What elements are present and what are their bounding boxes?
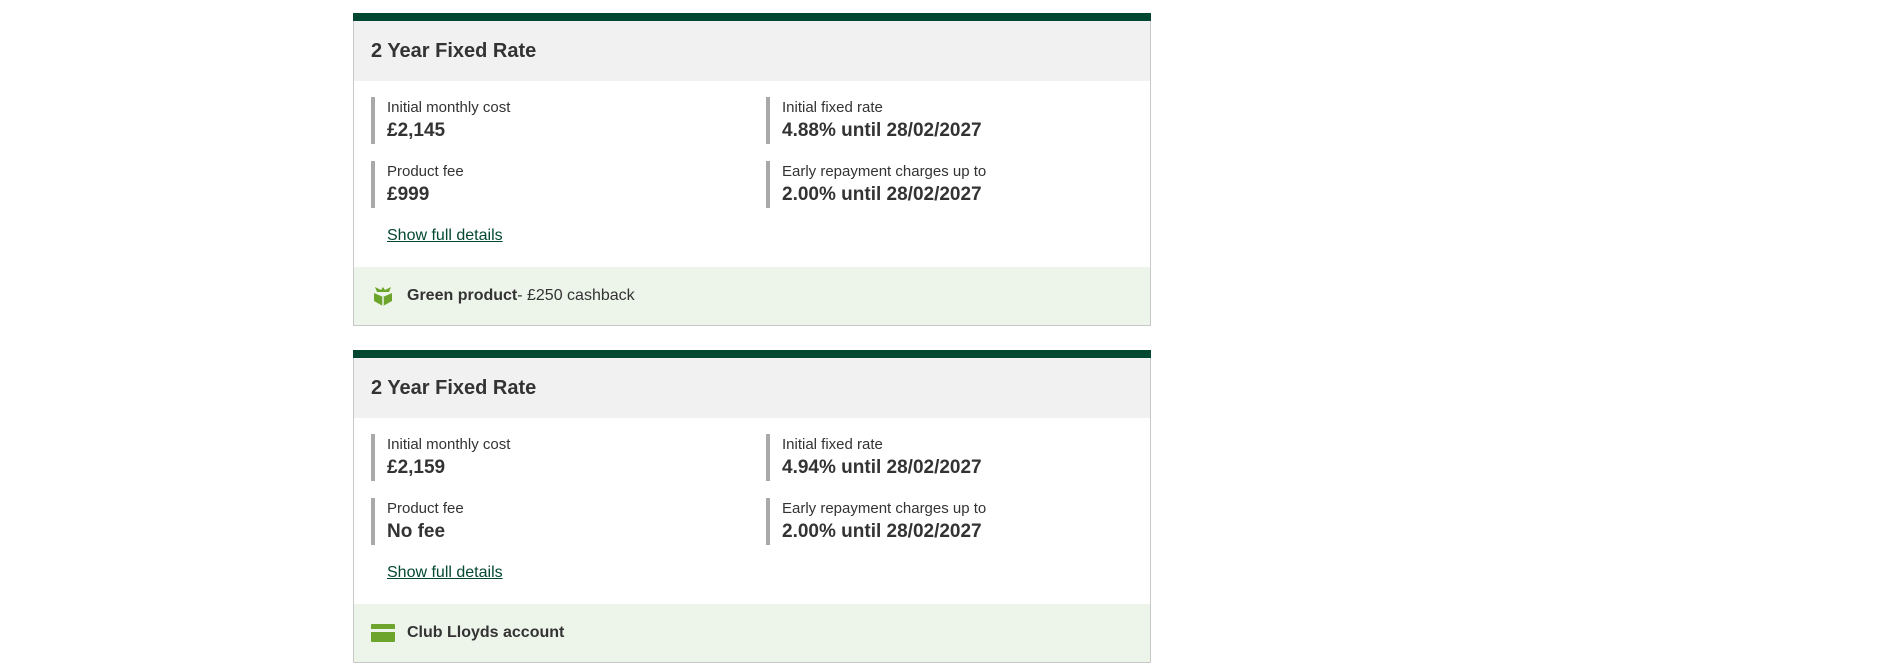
stats-grid: Initial monthly cost £2,159 Initial fixe…	[371, 434, 1133, 545]
card-accent-bar	[353, 13, 1151, 21]
stat-label: Product fee	[387, 499, 464, 517]
show-full-details-link[interactable]: Show full details	[387, 227, 503, 245]
card-icon	[371, 621, 395, 645]
card-body: Initial monthly cost £2,159 Initial fixe…	[354, 418, 1150, 604]
card-title: 2 Year Fixed Rate	[371, 39, 537, 62]
stat-product-fee: Product fee No fee	[371, 498, 766, 545]
stat-initial-monthly-cost: Initial monthly cost £2,159	[371, 434, 766, 481]
stat-early-repayment-charges: Early repayment charges up to 2.00% unti…	[766, 498, 1146, 545]
product-card: 2 Year Fixed Rate Initial monthly cost £…	[353, 13, 1151, 326]
stat-value: 4.94% until 28/02/2027	[782, 456, 982, 478]
stat-label: Product fee	[387, 162, 464, 180]
card-title: 2 Year Fixed Rate	[371, 376, 537, 399]
product-card: 2 Year Fixed Rate Initial monthly cost £…	[353, 350, 1151, 663]
stat-early-repayment-charges: Early repayment charges up to 2.00% unti…	[766, 161, 1146, 208]
stat-label: Initial monthly cost	[387, 98, 511, 116]
stat-value: 2.00% until 28/02/2027	[782, 520, 982, 542]
stat-value: £2,145	[387, 119, 446, 141]
footer-rest-text: - £250 cashback	[517, 287, 635, 304]
show-full-details-link[interactable]: Show full details	[387, 564, 503, 582]
page: 2 Year Fixed Rate Initial monthly cost £…	[0, 0, 1897, 672]
footer-strong-text: Club Lloyds account	[407, 624, 565, 641]
stat-label: Initial fixed rate	[782, 98, 883, 116]
leaf-gift-icon	[371, 284, 395, 308]
card-footer: Club Lloyds account	[354, 604, 1150, 662]
card-accent-bar	[353, 350, 1151, 358]
stat-label: Early repayment charges up to	[782, 162, 987, 180]
stats-grid: Initial monthly cost £2,145 Initial fixe…	[371, 97, 1133, 208]
stat-label: Early repayment charges up to	[782, 499, 987, 517]
stat-initial-monthly-cost: Initial monthly cost £2,145	[371, 97, 766, 144]
stat-value: £2,159	[387, 456, 446, 478]
stat-product-fee: Product fee £999	[371, 161, 766, 208]
stat-initial-fixed-rate: Initial fixed rate 4.88% until 28/02/202…	[766, 97, 1146, 144]
stat-value: 4.88% until 28/02/2027	[782, 119, 982, 141]
stat-value: £999	[387, 183, 430, 205]
card-footer: Green product - £250 cashback	[354, 267, 1150, 325]
footer-strong-text: Green product	[407, 287, 518, 304]
stat-value: 2.00% until 28/02/2027	[782, 183, 982, 205]
stat-label: Initial fixed rate	[782, 435, 883, 453]
stat-initial-fixed-rate: Initial fixed rate 4.94% until 28/02/202…	[766, 434, 1146, 481]
stat-label: Initial monthly cost	[387, 435, 511, 453]
card-header: 2 Year Fixed Rate	[354, 21, 1150, 81]
stat-value: No fee	[387, 520, 446, 542]
card-header: 2 Year Fixed Rate	[354, 358, 1150, 418]
card-body: Initial monthly cost £2,145 Initial fixe…	[354, 81, 1150, 267]
